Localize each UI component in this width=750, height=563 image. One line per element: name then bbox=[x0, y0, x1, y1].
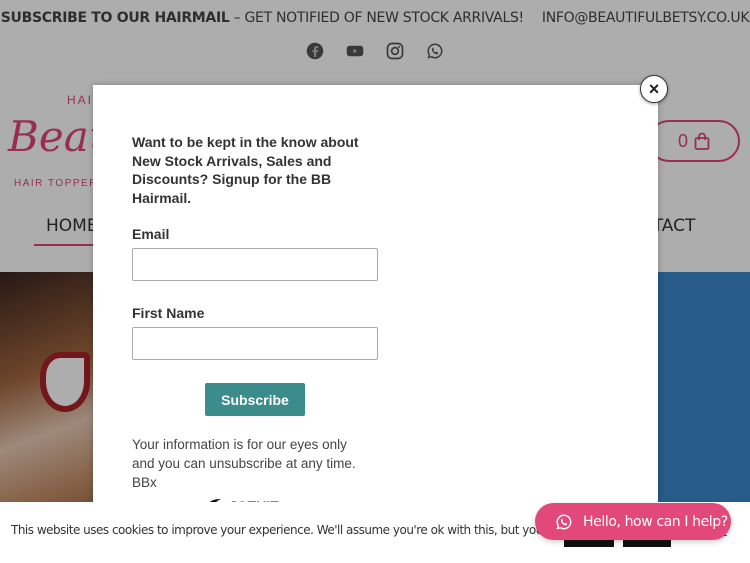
first-name-label: First Name bbox=[132, 305, 205, 321]
whatsapp-chat-button[interactable]: Hello, how can I help? bbox=[535, 503, 731, 540]
subscribe-button[interactable]: Subscribe bbox=[205, 383, 305, 416]
email-field[interactable] bbox=[132, 248, 378, 281]
email-label: Email bbox=[132, 226, 170, 242]
popup-intro-text: Want to be kept in the know about New St… bbox=[132, 134, 359, 206]
first-name-field[interactable] bbox=[132, 327, 378, 360]
chat-label: Hello, how can I help? bbox=[583, 513, 728, 530]
whatsapp-icon bbox=[556, 514, 572, 529]
privacy-disclaimer: Your information is for our eyes only an… bbox=[132, 437, 356, 490]
close-popup-button[interactable]: × bbox=[640, 75, 668, 103]
close-icon: × bbox=[648, 78, 660, 99]
newsletter-popup: Want to be kept in the know about New St… bbox=[93, 85, 658, 515]
